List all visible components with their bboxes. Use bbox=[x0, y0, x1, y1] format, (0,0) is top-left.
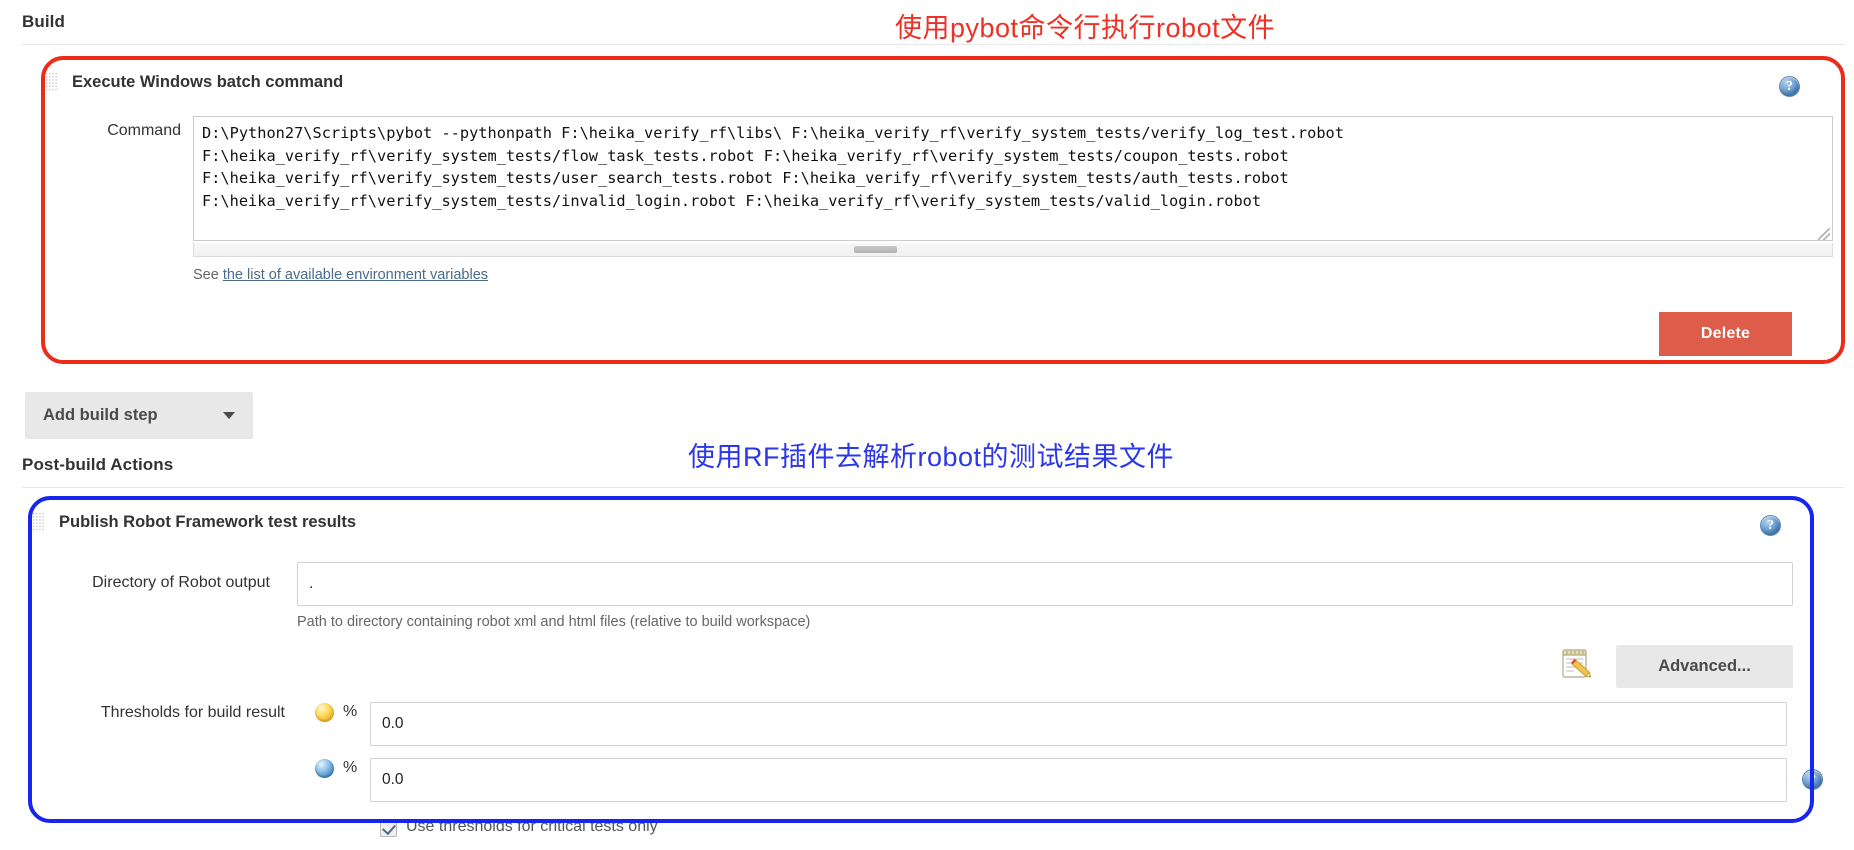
use-thresholds-critical-label: Use thresholds for critical tests only bbox=[406, 818, 658, 835]
chevron-down-icon bbox=[223, 412, 235, 419]
build-step-title-row: Execute Windows batch command bbox=[41, 72, 343, 92]
directory-help-text: Path to directory containing robot xml a… bbox=[297, 614, 811, 630]
advanced-button[interactable]: Advanced... bbox=[1616, 645, 1793, 688]
page-section-heading-post-build: Post-build Actions bbox=[22, 455, 174, 474]
directory-of-robot-output-label: Directory of Robot output bbox=[92, 574, 270, 591]
annotation-blue-rf-plugin: 使用RF插件去解析robot的测试结果文件 bbox=[688, 442, 1175, 472]
threshold-unstable-input[interactable] bbox=[370, 702, 1787, 746]
command-label: Command bbox=[107, 122, 181, 139]
add-build-step-label: Add build step bbox=[43, 406, 158, 424]
textarea-resize-handle[interactable] bbox=[1818, 228, 1830, 240]
use-thresholds-critical-checkbox[interactable] bbox=[380, 820, 397, 837]
help-icon[interactable]: ? bbox=[1802, 769, 1823, 790]
command-horizontal-scrollbar[interactable] bbox=[193, 243, 1833, 257]
drag-grip-icon[interactable] bbox=[45, 72, 58, 92]
delete-build-step-button[interactable]: Delete bbox=[1659, 312, 1792, 356]
drag-grip-icon[interactable] bbox=[32, 512, 45, 532]
build-step-panel: Execute Windows batch command ? Command … bbox=[41, 56, 1845, 364]
publish-step-title: Publish Robot Framework test results bbox=[59, 512, 357, 531]
post-build-heading-divider bbox=[22, 487, 1844, 488]
environment-variables-note: See the list of available environment va… bbox=[193, 267, 488, 283]
command-input[interactable] bbox=[193, 116, 1833, 241]
add-build-step-button[interactable]: Add build step bbox=[25, 392, 253, 439]
directory-of-robot-output-input[interactable] bbox=[297, 562, 1793, 606]
thresholds-for-build-result-label: Thresholds for build result bbox=[100, 704, 285, 721]
environment-variables-link[interactable]: the list of available environment variab… bbox=[223, 267, 488, 283]
help-icon[interactable]: ? bbox=[1760, 515, 1781, 536]
help-icon[interactable]: ? bbox=[1779, 76, 1800, 97]
environment-variables-note-prefix: See bbox=[193, 267, 223, 283]
threshold-unstable-percent-sign: % bbox=[343, 703, 358, 720]
jenkins-job-config-page: Build 使用pybot命令行执行robot文件 Execute Window… bbox=[0, 0, 1854, 850]
build-step-title: Execute Windows batch command bbox=[72, 72, 344, 91]
annotation-red-pybot: 使用pybot命令行执行robot文件 bbox=[895, 13, 1276, 43]
page-section-heading-build: Build bbox=[22, 12, 65, 31]
command-scrollbar-thumb[interactable] bbox=[854, 246, 897, 253]
threshold-success-input[interactable] bbox=[370, 758, 1787, 802]
unstable-yellow-ball-icon bbox=[315, 703, 334, 722]
success-blue-ball-icon bbox=[315, 759, 334, 778]
notepad-pencil-icon[interactable] bbox=[1559, 644, 1597, 682]
publish-step-title-row: Publish Robot Framework test results bbox=[28, 512, 356, 532]
threshold-success-percent-sign: % bbox=[343, 759, 358, 776]
